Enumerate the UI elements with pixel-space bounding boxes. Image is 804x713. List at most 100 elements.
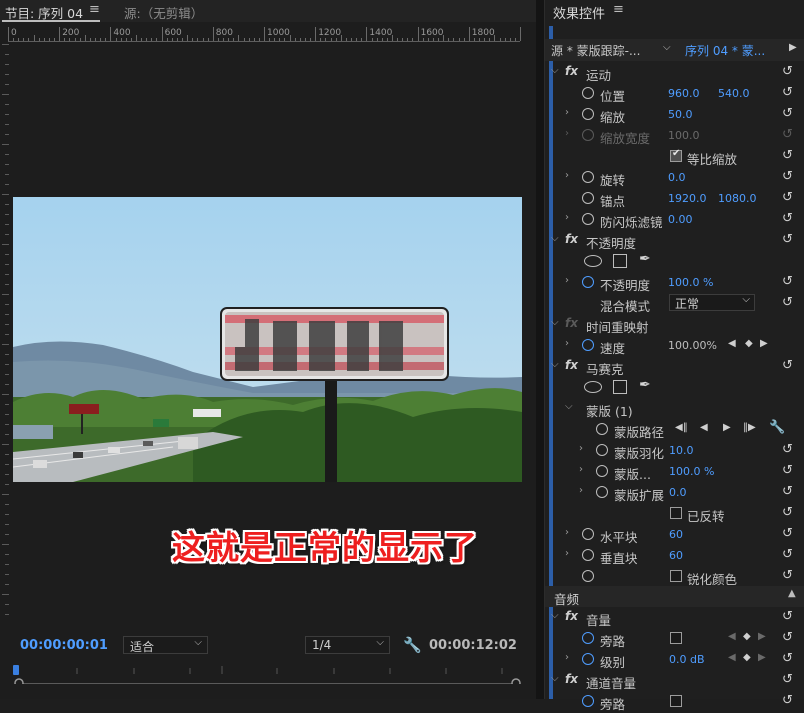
panel-menu-icon[interactable]: ≡: [89, 2, 100, 17]
anchor-x-value[interactable]: 1920.0: [668, 192, 707, 205]
stopwatch-icon[interactable]: [582, 653, 594, 665]
stopwatch-icon[interactable]: [596, 423, 608, 435]
mask-group[interactable]: ⌵ 蒙版 (1): [545, 398, 804, 419]
stopwatch-icon[interactable]: [582, 695, 594, 707]
rotation-value[interactable]: 0.0: [668, 171, 686, 184]
collapse-chevron-icon[interactable]: ⌵: [551, 233, 559, 244]
track-forward-icon[interactable]: ‖▶: [743, 422, 756, 433]
effect-motion[interactable]: ⌵ fx 运动 ↺: [545, 62, 804, 83]
collapse-chevron-icon[interactable]: ⌵: [551, 65, 559, 76]
mask-feather-value[interactable]: 10.0: [669, 444, 694, 457]
blend-mode-dropdown[interactable]: 正常 ⌵: [669, 294, 755, 311]
wrench-icon[interactable]: 🔧: [403, 636, 422, 654]
reset-icon[interactable]: ↺: [782, 85, 793, 100]
reset-icon[interactable]: ↺: [782, 547, 793, 562]
rectangle-mask-icon[interactable]: [613, 380, 627, 394]
reset-icon[interactable]: ↺: [782, 295, 793, 310]
reset-icon[interactable]: ↺: [782, 190, 793, 205]
reset-icon[interactable]: ↺: [782, 672, 793, 687]
fx-icon[interactable]: fx: [565, 672, 578, 686]
reset-icon[interactable]: ↺: [782, 211, 793, 226]
reset-icon[interactable]: ↺: [782, 148, 793, 163]
track-backward-one-icon[interactable]: ◀: [700, 422, 708, 433]
collapse-up-icon[interactable]: ▲: [788, 588, 796, 599]
anchor-y-value[interactable]: 1080.0: [718, 192, 757, 205]
vertical-blocks-value[interactable]: 60: [669, 549, 683, 562]
expand-chevron-icon[interactable]: ›: [565, 338, 569, 349]
zoom-fit-dropdown[interactable]: 适合 ⌵: [123, 636, 208, 654]
expand-chevron-icon[interactable]: ›: [579, 443, 583, 454]
inverted-checkbox[interactable]: [670, 507, 682, 519]
next-keyframe-icon[interactable]: ▶: [760, 338, 768, 349]
expand-chevron-icon[interactable]: ›: [579, 464, 583, 475]
collapse-chevron-icon[interactable]: ⌵: [551, 610, 559, 621]
stopwatch-icon[interactable]: [582, 171, 594, 183]
track-forward-one-icon[interactable]: ▶: [723, 422, 731, 433]
expand-chevron-icon[interactable]: ›: [565, 107, 569, 118]
expand-chevron-icon[interactable]: ›: [565, 170, 569, 181]
fx-icon[interactable]: fx: [565, 609, 578, 623]
panel-divider[interactable]: [536, 0, 544, 699]
effect-volume[interactable]: ⌵ fx 音量 ↺: [545, 607, 804, 628]
reset-icon[interactable]: ↺: [782, 442, 793, 457]
play-triangle-icon[interactable]: ▶: [789, 42, 797, 53]
stopwatch-icon[interactable]: [582, 632, 594, 644]
reset-icon[interactable]: ↺: [782, 630, 793, 645]
level-value[interactable]: 0.0 dB: [669, 653, 705, 666]
stopwatch-icon[interactable]: [582, 570, 594, 582]
uniform-scale-checkbox[interactable]: [670, 148, 682, 162]
stopwatch-icon[interactable]: [596, 444, 608, 456]
sharpen-colors-checkbox[interactable]: [670, 570, 682, 582]
fx-icon[interactable]: fx: [565, 64, 578, 78]
stopwatch-icon[interactable]: [582, 528, 594, 540]
mask-opacity-value[interactable]: 100.0 %: [669, 465, 714, 478]
antiflicker-value[interactable]: 0.00: [668, 213, 693, 226]
expand-chevron-icon[interactable]: ›: [565, 275, 569, 286]
ellipse-mask-icon[interactable]: [584, 381, 602, 393]
stopwatch-icon[interactable]: [596, 486, 608, 498]
expand-chevron-icon[interactable]: ›: [579, 485, 583, 496]
reset-icon[interactable]: ↺: [782, 64, 793, 79]
tab-source[interactable]: 源:（无剪辑）: [124, 3, 203, 22]
fx-icon[interactable]: fx: [565, 358, 578, 372]
position-y-value[interactable]: 540.0: [718, 87, 750, 100]
effect-opacity[interactable]: ⌵ fx 不透明度 ↺: [545, 230, 804, 251]
pen-icon[interactable]: ✒: [639, 377, 651, 393]
prev-keyframe-icon[interactable]: ◀: [728, 631, 736, 642]
reset-icon[interactable]: ↺: [782, 651, 793, 666]
stopwatch-icon[interactable]: [596, 465, 608, 477]
position-x-value[interactable]: 960.0: [668, 87, 700, 100]
reset-icon[interactable]: ↺: [782, 484, 793, 499]
sequence-clip-label[interactable]: 序列 04 * 蒙...: [685, 42, 765, 59]
rectangle-mask-icon[interactable]: [613, 254, 627, 268]
stopwatch-icon[interactable]: [582, 549, 594, 561]
pen-icon[interactable]: ✒: [639, 251, 651, 267]
playback-resolution-dropdown[interactable]: 1/4 ⌵: [305, 636, 390, 654]
reset-icon[interactable]: ↺: [782, 169, 793, 184]
expand-chevron-icon[interactable]: ›: [565, 652, 569, 663]
expand-chevron-icon[interactable]: ›: [565, 548, 569, 559]
collapse-chevron-icon[interactable]: ⌵: [551, 359, 559, 370]
prev-keyframe-icon[interactable]: ◀: [728, 652, 736, 663]
ellipse-mask-icon[interactable]: [584, 255, 602, 267]
horizontal-blocks-value[interactable]: 60: [669, 528, 683, 541]
source-clip-label[interactable]: 源 * 蒙版跟踪-...: [551, 42, 640, 59]
collapse-chevron-icon[interactable]: ⌵: [565, 401, 573, 412]
bypass-checkbox[interactable]: [670, 632, 682, 644]
panel-menu-icon[interactable]: ≡: [613, 2, 624, 17]
expand-chevron-icon[interactable]: ›: [565, 212, 569, 223]
next-keyframe-icon[interactable]: ▶: [758, 652, 766, 663]
channel-bypass-checkbox[interactable]: [670, 695, 682, 707]
collapse-chevron-icon[interactable]: ⌵: [551, 673, 559, 684]
time-scrubber[interactable]: [12, 658, 524, 684]
effect-channel-volume[interactable]: ⌵ fx 通道音量 ↺: [545, 670, 804, 691]
add-keyframe-icon[interactable]: ◆: [743, 631, 751, 642]
reset-icon[interactable]: ↺: [782, 106, 793, 121]
chevron-down-icon[interactable]: ⌵: [663, 42, 671, 53]
stopwatch-icon[interactable]: [582, 87, 594, 99]
reset-icon[interactable]: ↺: [782, 358, 793, 373]
reset-icon[interactable]: ↺: [782, 526, 793, 541]
reset-icon[interactable]: ↺: [782, 463, 793, 478]
stopwatch-icon[interactable]: [582, 108, 594, 120]
reset-icon[interactable]: ↺: [782, 505, 793, 520]
